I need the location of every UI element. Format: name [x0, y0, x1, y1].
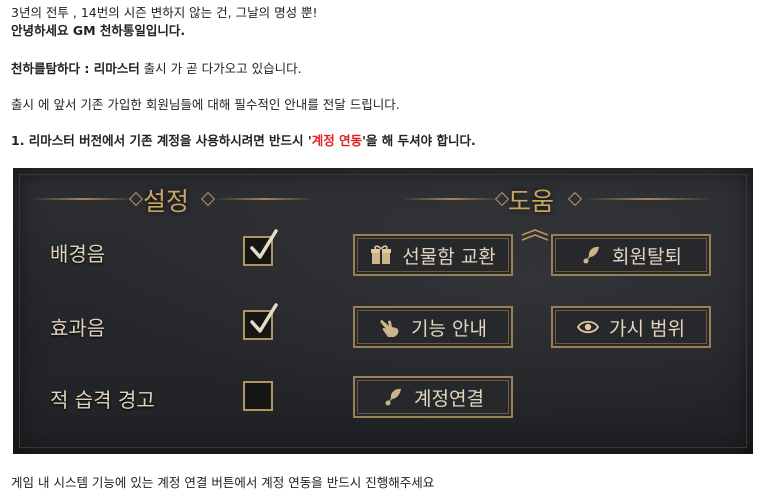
intro-line-4: 출시 에 앞서 기존 가입한 회원님들에 대해 필수적인 안내를 전달 드립니다…: [11, 97, 400, 112]
eye-icon: [577, 320, 600, 334]
settings-title-line-right: [215, 198, 315, 200]
withdraw-label: 회원탈퇴: [612, 245, 682, 268]
notice-highlight: 계정 연동: [311, 133, 363, 148]
hand-pointer-icon: [380, 319, 399, 337]
footer-instruction: 게임 내 시스템 기능에 있는 계정 연결 버튼에서 계정 연동을 반드시 진행…: [11, 475, 435, 490]
gift-exchange-label: 선물함 교환: [402, 245, 496, 268]
withdraw-button[interactable]: 회원탈퇴: [551, 234, 711, 276]
intro-line-3: 천하를탐하다 : 리마스터 출시 가 곧 다가오고 있습니다.: [11, 60, 302, 77]
help-title-line-left: [401, 198, 501, 200]
intro-line-1: 3년의 전투 , 14번의 시즌 변하지 않는 건, 그날의 명성 뿐!: [11, 5, 318, 20]
game-settings-screenshot: 설정 도움 배경음 효과음 적 습격 경고 선물함 교환 회원탈퇴 기능 안내 …: [13, 168, 753, 454]
gift-exchange-button[interactable]: 선물함 교환: [353, 234, 513, 276]
sfx-checkbox[interactable]: [243, 303, 278, 340]
feature-guide-button[interactable]: 기능 안내: [353, 306, 513, 348]
view-range-button[interactable]: 가시 범위: [551, 306, 711, 348]
setting-label-raid-warning: 적 습격 경고: [50, 388, 155, 412]
setting-label-bgm: 배경음: [50, 242, 106, 266]
view-range-label: 가시 범위: [609, 317, 685, 340]
quill-icon: [583, 246, 600, 264]
bgm-checkbox[interactable]: [243, 229, 278, 266]
quill-icon: [385, 388, 402, 406]
notice-part-2: '을 해 두셔야 합니다.: [362, 133, 476, 148]
feature-guide-label: 기능 안내: [411, 317, 487, 340]
settings-title-line-left: [31, 198, 136, 200]
checkmark-icon: [250, 229, 278, 259]
help-title-line-right: [583, 198, 713, 200]
release-text: 출시 가 곧 다가오고 있습니다.: [139, 61, 302, 76]
setting-label-sfx: 효과음: [50, 316, 106, 340]
account-link-label: 계정연결: [414, 387, 484, 410]
raid-warning-checkbox[interactable]: [243, 381, 273, 411]
intro-greeting: 안녕하세요 GM 천하통일입니다.: [11, 23, 186, 38]
settings-title: 설정: [143, 187, 190, 216]
account-link-button[interactable]: 계정연결: [353, 376, 513, 418]
help-title: 도움: [508, 187, 555, 216]
notice-part-1: 1. 리마스터 버전에서 기존 계정을 사용하시려면 반드시 ': [11, 133, 312, 148]
chevron-up-ornament-icon: [521, 229, 549, 241]
gift-icon: [371, 245, 392, 264]
checkmark-icon: [250, 303, 278, 333]
notice-heading: 1. 리마스터 버전에서 기존 계정을 사용하시려면 반드시 '계정 연동'을 …: [11, 132, 476, 149]
game-title: 천하를탐하다 : 리마스터: [11, 61, 140, 76]
